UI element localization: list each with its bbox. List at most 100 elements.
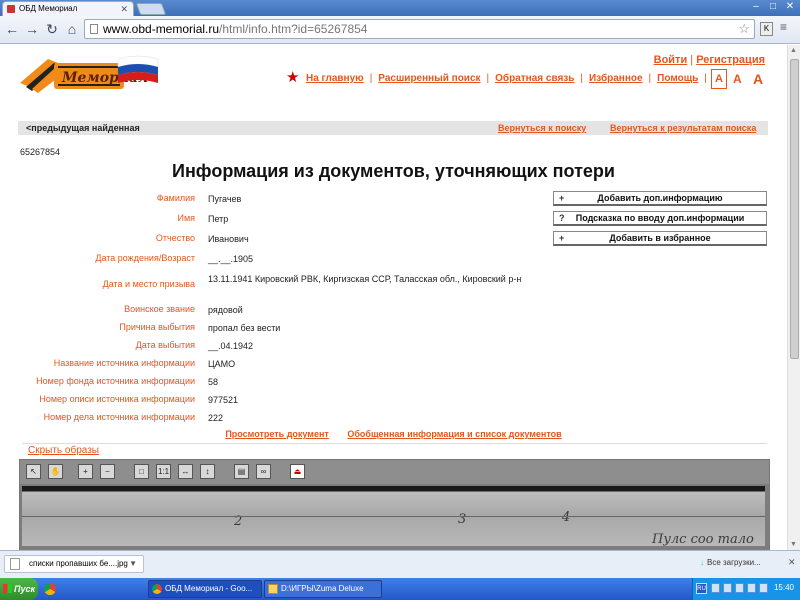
- tray-app-icon[interactable]: [711, 583, 720, 593]
- scrollbar-thumb[interactable]: [790, 59, 799, 359]
- field-value: пропал без вести: [208, 323, 281, 333]
- new-tab-button[interactable]: [135, 3, 167, 15]
- previous-found-link[interactable]: <предыдущая найденная: [26, 121, 140, 135]
- close-downloads-icon[interactable]: ✕: [788, 557, 796, 568]
- browser-toolbar: ← → ↻ ⌂ www.obd-memorial.ru/html/info.ht…: [0, 16, 800, 44]
- question-icon: ?: [559, 213, 565, 223]
- input-hint-button[interactable]: ? Подсказка по вводу доп.информации: [553, 211, 767, 226]
- field-label: Причина выбытия: [119, 322, 195, 332]
- menu-icon[interactable]: ≡: [780, 20, 787, 34]
- nav-advanced-search[interactable]: Расширенный поиск: [378, 73, 480, 84]
- url-path: /html/info.htm?id=65267854: [219, 22, 368, 36]
- language-indicator[interactable]: RU: [696, 583, 707, 594]
- all-downloads-link[interactable]: ↓ Все загрузки...: [700, 558, 761, 567]
- url-host: www.obd-memorial.ru: [103, 22, 220, 36]
- chrome-quicklaunch-icon[interactable]: [44, 583, 56, 595]
- link-icon[interactable]: ∞: [256, 464, 271, 479]
- minimize-icon[interactable]: –: [748, 0, 764, 14]
- bookmark-star-icon[interactable]: ☆: [738, 20, 750, 38]
- network-icon[interactable]: [723, 583, 732, 593]
- document-scan-image[interactable]: 2 3 4 Пулс соо тало: [22, 486, 765, 546]
- back-to-results-link[interactable]: Вернуться к результатам поиска: [610, 121, 756, 135]
- field-value: ЦАМО: [208, 359, 236, 369]
- volume-icon[interactable]: [747, 583, 756, 593]
- font-size-medium[interactable]: A: [733, 69, 742, 89]
- chevron-down-icon[interactable]: ▼: [129, 556, 137, 572]
- document-viewer: ↖ ✋ + − □ 1:1 ↔ ↕ ▤ ∞ ⏏ 2 3 4 Пулс соо т…: [19, 459, 770, 550]
- pdf-icon[interactable]: ⏏: [290, 464, 305, 479]
- address-bar[interactable]: www.obd-memorial.ru/html/info.htm?id=652…: [84, 19, 755, 39]
- windows-logo-icon: [3, 584, 12, 593]
- nav-home[interactable]: На главную: [306, 73, 364, 84]
- actual-size-icon[interactable]: 1:1: [156, 464, 171, 479]
- download-icon: ↓: [700, 558, 704, 567]
- extension-icon[interactable]: K: [760, 22, 773, 36]
- download-item[interactable]: списки пропавших бе....jpg ▼: [4, 555, 144, 573]
- field-label: Название источника информации: [53, 358, 195, 368]
- nav-feedback[interactable]: Обратная связь: [495, 73, 574, 84]
- download-filename: списки пропавших бе....jpg: [29, 559, 128, 568]
- scan-ruled-line: [22, 516, 765, 517]
- close-window-icon[interactable]: ✕: [782, 0, 798, 14]
- nav-help[interactable]: Помощь: [657, 73, 698, 84]
- view-document-link[interactable]: Просмотреть документ: [225, 429, 329, 439]
- field-label: Дата и место призыва: [102, 279, 195, 289]
- forward-icon[interactable]: →: [24, 21, 40, 37]
- zoom-in-icon[interactable]: +: [78, 464, 93, 479]
- font-size-large[interactable]: A: [753, 69, 763, 89]
- field-label: Номер описи источника информации: [39, 394, 195, 404]
- field-label: Имя: [177, 213, 195, 223]
- scroll-down-icon[interactable]: ▼: [790, 541, 797, 548]
- summary-link[interactable]: Обобщенная информация и список документо…: [347, 429, 561, 439]
- tray-app-icon[interactable]: [759, 583, 768, 593]
- login-link[interactable]: Войти: [654, 54, 688, 66]
- start-button[interactable]: Пуск: [0, 578, 38, 600]
- back-icon[interactable]: ←: [4, 21, 20, 37]
- font-size-small[interactable]: A: [711, 69, 727, 89]
- folder-icon: [268, 584, 278, 594]
- register-link[interactable]: Регистрация: [696, 54, 765, 66]
- zoom-out-icon[interactable]: −: [100, 464, 115, 479]
- main-nav: ★ На главную | Расширенный поиск | Обратная …: [286, 69, 707, 86]
- image-file-icon: [10, 558, 20, 570]
- add-info-button[interactable]: + Добавить доп.информацию: [553, 191, 767, 206]
- page-title: Информация из документов, уточняющих пот…: [172, 161, 615, 181]
- fit-width-icon[interactable]: ↔: [178, 464, 193, 479]
- print-icon[interactable]: ▤: [234, 464, 249, 479]
- fit-page-icon[interactable]: □: [134, 464, 149, 479]
- scroll-up-icon[interactable]: ▲: [790, 47, 797, 54]
- plus-icon: +: [559, 233, 565, 243]
- back-to-search-link[interactable]: Вернуться к поиску: [498, 121, 586, 135]
- field-value: Иванович: [208, 234, 249, 244]
- page-scrollbar[interactable]: ▲ ▼: [787, 45, 800, 550]
- tab-strip: ОБД Мемориал ✕ – □ ✕: [0, 0, 800, 16]
- taskbar: Пуск ОБД Мемориал - Goo... D:\ИГРЫ\Zuma …: [0, 578, 800, 600]
- nav-favorites[interactable]: Избранное: [589, 73, 643, 84]
- field-value: Петр: [208, 214, 229, 224]
- fit-height-icon[interactable]: ↕: [200, 464, 215, 479]
- home-star-icon: ★: [286, 69, 300, 86]
- taskbar-item-browser[interactable]: ОБД Мемориал - Goo...: [148, 580, 262, 598]
- field-value: 222: [208, 413, 224, 423]
- hide-images-link[interactable]: Скрыть образы: [28, 445, 99, 456]
- field-value: 13.11.1941 Кировский РВК, Киргизская ССР…: [208, 274, 522, 284]
- field-label: Отчество: [155, 233, 195, 243]
- scan-mark: 3: [458, 512, 467, 527]
- record-id: 65267854: [20, 147, 61, 157]
- add-to-favorites-button[interactable]: + Добавить в избранное: [553, 231, 767, 246]
- close-tab-icon[interactable]: ✕: [120, 2, 128, 16]
- auth-links: Войти | Регистрация: [654, 54, 765, 66]
- downloads-bar: списки пропавших бе....jpg ▼ ↓ Все загруз…: [0, 550, 800, 578]
- reload-icon[interactable]: ↻: [44, 21, 60, 37]
- tray-app-icon[interactable]: [735, 583, 744, 593]
- home-icon[interactable]: ⌂: [64, 21, 80, 37]
- system-tray: RU 15:40: [692, 578, 800, 600]
- field-value: рядовой: [208, 305, 243, 315]
- hand-icon[interactable]: ✋: [48, 464, 63, 479]
- field-value: 58: [208, 377, 219, 387]
- maximize-icon[interactable]: □: [765, 0, 781, 14]
- browser-tab[interactable]: ОБД Мемориал ✕: [2, 1, 134, 16]
- taskbar-item-folder[interactable]: D:\ИГРЫ\Zuma Deluxe: [264, 580, 382, 598]
- pointer-icon[interactable]: ↖: [26, 464, 41, 479]
- plus-icon: +: [559, 193, 565, 203]
